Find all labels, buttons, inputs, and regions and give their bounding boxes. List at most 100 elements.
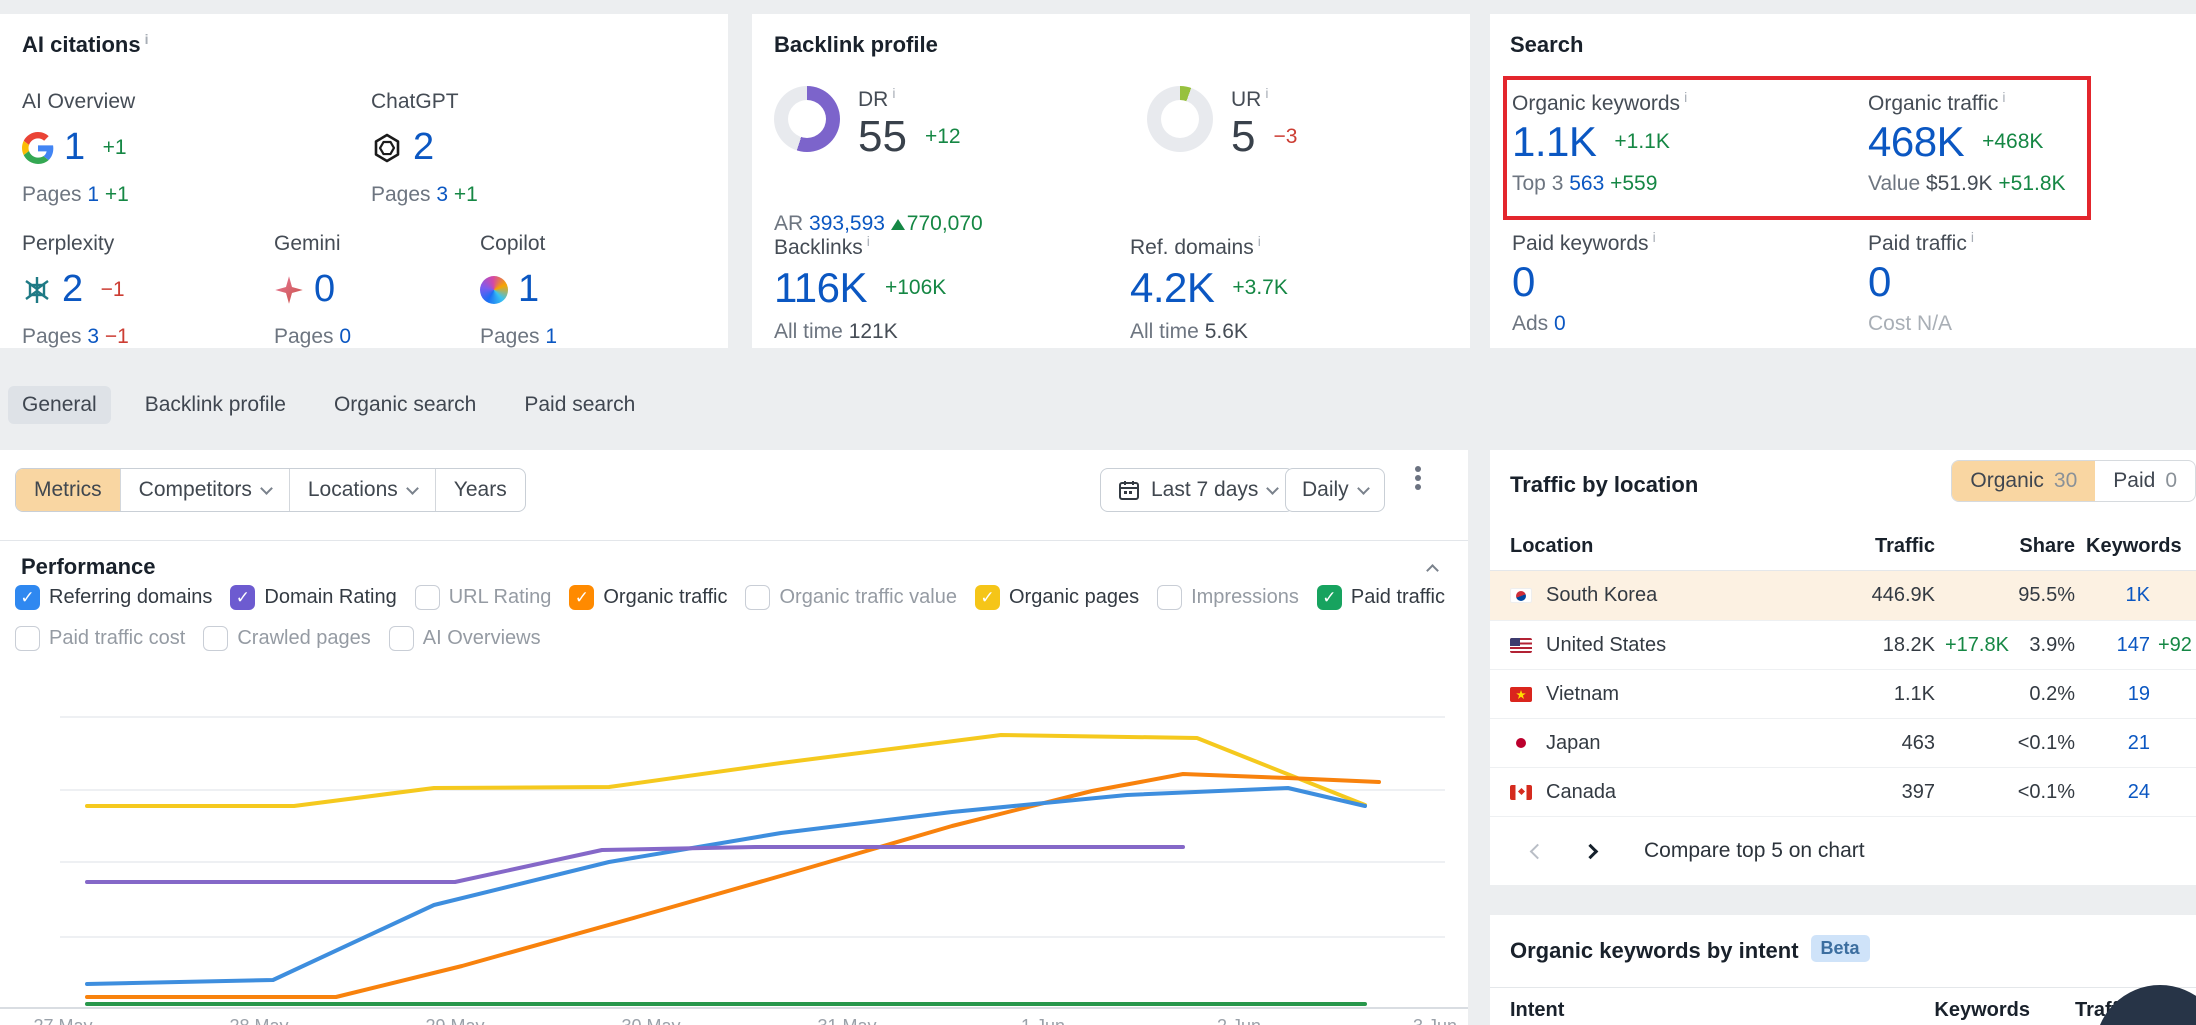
checkbox-paid-traffic[interactable]: Paid traffic bbox=[1317, 585, 1445, 610]
provider-pages: Pages 3 −1 bbox=[22, 325, 129, 349]
ur-value: 5 bbox=[1231, 112, 1255, 162]
granularity-dropdown[interactable]: Daily bbox=[1285, 468, 1385, 512]
checkbox-organic-traffic-value[interactable]: Organic traffic value bbox=[745, 585, 957, 610]
checkbox-icon bbox=[203, 626, 228, 651]
provider-label: Copilot bbox=[480, 232, 557, 256]
table-row-canada[interactable]: Canada 397 <0.1% 24 bbox=[1490, 767, 2196, 816]
gemini-icon bbox=[274, 275, 304, 305]
location-table: Location Traffic Share Keywords South Ko… bbox=[1490, 522, 2196, 816]
info-icon[interactable] bbox=[145, 31, 149, 47]
chevron-down-icon bbox=[260, 482, 273, 495]
calendar-icon bbox=[1117, 478, 1141, 502]
provider-value[interactable]: 2 bbox=[62, 268, 83, 311]
provider-value[interactable]: 1 bbox=[518, 268, 539, 311]
backlinks-value[interactable]: 116K bbox=[774, 264, 867, 312]
tab-backlink-profile[interactable]: Backlink profile bbox=[131, 386, 300, 424]
info-icon[interactable] bbox=[1971, 229, 1974, 245]
toggle-organic[interactable]: Organic30 bbox=[1952, 461, 2095, 501]
table-row-japan[interactable]: Japan 463 <0.1% 21 bbox=[1490, 718, 2196, 767]
checkbox-paid-traffic-cost[interactable]: Paid traffic cost bbox=[15, 626, 185, 651]
tab-paid-search[interactable]: Paid search bbox=[510, 386, 649, 424]
checkbox-organic-pages[interactable]: Organic pages bbox=[975, 585, 1139, 610]
locations-dropdown[interactable]: Locations bbox=[290, 469, 436, 511]
info-icon[interactable] bbox=[892, 85, 895, 101]
provider-pages: Pages 1 +1 bbox=[22, 183, 135, 207]
table-row-south-korea[interactable]: South Korea 446.9K 95.5% 1K bbox=[1490, 571, 2196, 620]
checkbox-icon bbox=[230, 585, 255, 610]
flag-south-korea-icon bbox=[1510, 588, 1532, 603]
ur-block: UR 5 −3 bbox=[1231, 88, 1297, 162]
compare-top5-link[interactable]: Compare top 5 on chart bbox=[1644, 839, 1865, 863]
checkbox-crawled-pages[interactable]: Crawled pages bbox=[203, 626, 370, 651]
checkbox-referring-domains[interactable]: Referring domains bbox=[15, 585, 212, 610]
section-tabs: General Backlink profile Organic search … bbox=[8, 385, 649, 425]
organic-keywords-value[interactable]: 1.1K bbox=[1512, 118, 1596, 166]
provider-value[interactable]: 1 bbox=[64, 126, 85, 169]
more-options-kebab-icon[interactable] bbox=[1415, 466, 1421, 472]
provider-value[interactable]: 0 bbox=[314, 268, 335, 311]
years-button[interactable]: Years bbox=[436, 469, 525, 511]
checkbox-url-rating[interactable]: URL Rating bbox=[415, 585, 552, 610]
organic-paid-toggle: Organic30 Paid0 bbox=[1951, 460, 2196, 502]
provider-value[interactable]: 2 bbox=[413, 126, 434, 169]
competitors-dropdown[interactable]: Competitors bbox=[121, 469, 290, 511]
date-range-dropdown[interactable]: Last 7 days bbox=[1100, 468, 1294, 512]
ur-label: UR bbox=[1231, 88, 1261, 111]
perplexity-icon bbox=[22, 275, 52, 305]
info-icon[interactable] bbox=[1653, 229, 1656, 245]
col-traffic[interactable]: Traffic bbox=[1790, 535, 1935, 558]
checkbox-domain-rating[interactable]: Domain Rating bbox=[230, 585, 396, 610]
traffic-by-location-panel: Traffic by location Organic30 Paid0 Loca… bbox=[1490, 450, 2196, 885]
next-page-icon[interactable] bbox=[1583, 843, 1599, 859]
svg-text:2 Jun: 2 Jun bbox=[1217, 1016, 1261, 1025]
performance-line-chart[interactable]: 27 May28 May29 May30 May31 May1 Jun2 Jun… bbox=[0, 680, 1468, 1025]
provider-perplexity: Perplexity 2 −1 Pages 3 −1 bbox=[22, 232, 129, 349]
organic-traffic-block: Organic traffic 468K +468K Value $51.9K … bbox=[1868, 92, 2066, 196]
provider-copilot: Copilot 1 Pages 1 bbox=[480, 232, 557, 349]
traffic-by-location-title: Traffic by location bbox=[1510, 472, 1698, 498]
svg-text:31 May: 31 May bbox=[817, 1016, 876, 1025]
checkbox-impressions[interactable]: Impressions bbox=[1157, 585, 1299, 610]
location-pagination: Compare top 5 on chart bbox=[1490, 816, 2196, 885]
divider bbox=[1490, 987, 2196, 988]
metrics-button[interactable]: Metrics bbox=[16, 469, 121, 511]
chevron-down-icon bbox=[1357, 482, 1370, 495]
dr-block: DR 55 +12 bbox=[858, 88, 961, 162]
col-location[interactable]: Location bbox=[1510, 535, 1593, 558]
paid-keywords-value[interactable]: 0 bbox=[1512, 258, 1535, 306]
copilot-icon bbox=[480, 276, 508, 304]
provider-pages: Pages 0 bbox=[274, 325, 351, 349]
keywords-by-intent-title: Organic keywords by intent Beta bbox=[1510, 937, 1870, 964]
ref-domains-value[interactable]: 4.2K bbox=[1130, 264, 1214, 312]
flag-canada-icon bbox=[1510, 785, 1532, 800]
provider-label: ChatGPT bbox=[371, 90, 478, 114]
checkbox-ai-overviews[interactable]: AI Overviews bbox=[389, 626, 541, 651]
info-icon[interactable] bbox=[1684, 89, 1687, 105]
tab-organic-search[interactable]: Organic search bbox=[320, 386, 490, 424]
checkbox-organic-traffic[interactable]: Organic traffic bbox=[569, 585, 727, 610]
info-icon[interactable] bbox=[867, 233, 870, 249]
col-share[interactable]: Share bbox=[1985, 535, 2075, 558]
ur-donut bbox=[1147, 86, 1213, 152]
col-intent[interactable]: Intent bbox=[1510, 999, 1564, 1022]
provider-label: Perplexity bbox=[22, 232, 129, 256]
provider-label: AI Overview bbox=[22, 90, 135, 114]
tab-general[interactable]: General bbox=[8, 386, 111, 424]
flag-united-states-icon bbox=[1510, 638, 1532, 653]
toggle-paid[interactable]: Paid0 bbox=[2095, 461, 2195, 501]
info-icon[interactable] bbox=[1258, 233, 1261, 249]
col-keywords[interactable]: Keywords bbox=[2086, 535, 2182, 558]
col-keywords[interactable]: Keywords bbox=[1910, 999, 2030, 1022]
divider bbox=[0, 540, 1468, 541]
svg-text:1 Jun: 1 Jun bbox=[1021, 1016, 1065, 1025]
info-icon[interactable] bbox=[2002, 89, 2005, 105]
prev-page-icon[interactable] bbox=[1530, 843, 1546, 859]
table-row-vietnam[interactable]: Vietnam 1.1K 0.2% 19 bbox=[1490, 669, 2196, 718]
ar-line: AR 393,593 770,070 bbox=[774, 212, 983, 236]
table-row-united-states[interactable]: United States 18.2K +17.8K 3.9% 147 +92 bbox=[1490, 620, 2196, 669]
provider-pages: Pages 1 bbox=[480, 325, 557, 349]
organic-traffic-value[interactable]: 468K bbox=[1868, 118, 1964, 166]
info-icon[interactable] bbox=[1265, 85, 1268, 101]
backlinks-block: Backlinks 116K +106K All time 121K bbox=[774, 236, 946, 344]
collapse-chevron-icon[interactable] bbox=[1426, 564, 1439, 577]
